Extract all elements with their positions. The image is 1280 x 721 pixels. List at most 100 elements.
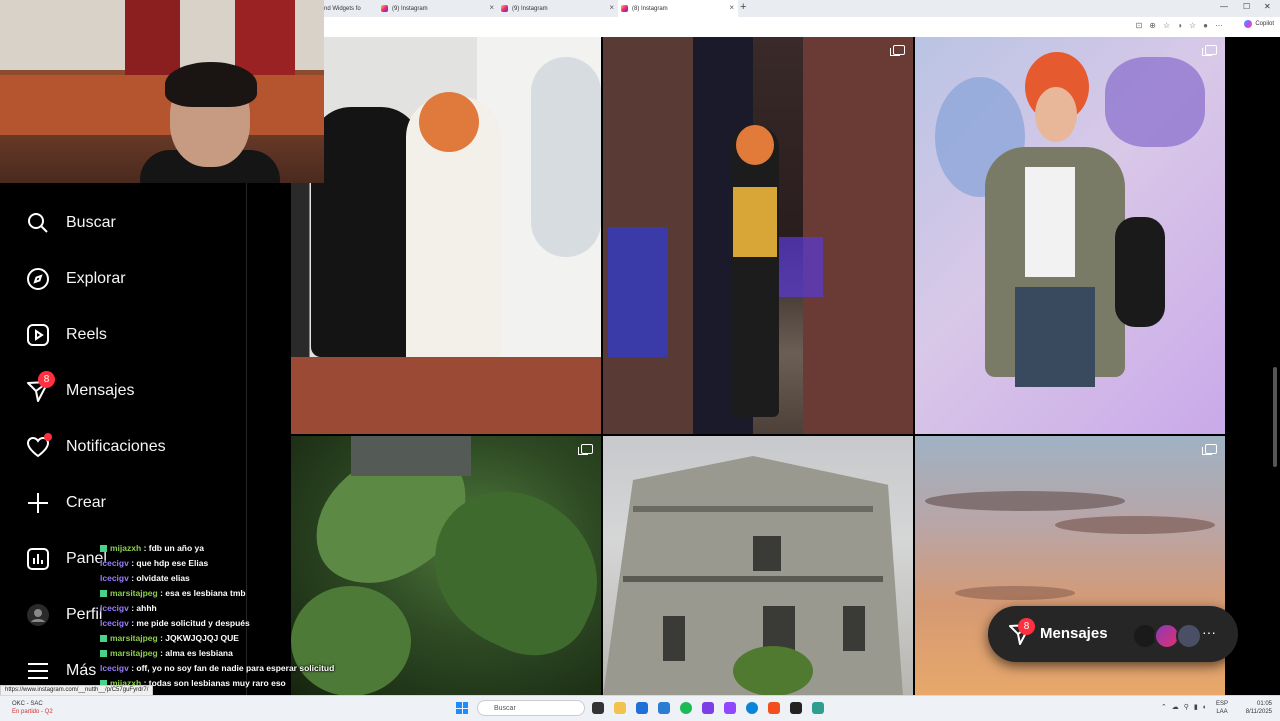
close-icon[interactable]: × [729,3,734,12]
chat-username: lcecigv [100,558,129,568]
unread-badge: 8 [1018,618,1035,635]
clock[interactable]: 01:05 8/11/2025 [1246,700,1272,716]
chat-text: : que hdp ese Elias [131,558,209,568]
close-icon[interactable]: × [609,3,614,12]
dashboard-icon [26,547,50,571]
messenger-icon: 8 [26,371,55,403]
window-close-button[interactable]: ✕ [1264,2,1271,11]
chat-text: : alma es lesbiana [160,648,233,658]
sidebar-item-mensajes[interactable]: 8 Mensajes [26,371,135,405]
sidebar-item-label: Reels [66,326,107,343]
chat-badge-icon [100,650,107,658]
app-icon[interactable] [812,702,824,714]
chat-message: marsitajpeg : esa es lesbiana tmb [100,586,360,601]
post-thumbnail[interactable] [915,37,1225,434]
webcam-overlay [0,0,324,183]
search-icon [26,211,50,235]
chat-username: lcecigv [100,573,129,583]
taskbar-search[interactable]: Buscar [477,700,585,716]
chat-message: lcecigv : me pide solicitud y después [100,616,360,631]
widget-scores[interactable]: OKC - SAC En partido - Q2 [12,700,53,716]
tab-label: (9) Instagram [392,5,428,12]
multiple-posts-icon [578,444,593,455]
keyboard-layout: LAA [1216,709,1228,715]
maximize-button[interactable]: ☐ [1243,2,1250,11]
obs-icon[interactable] [790,702,802,714]
sidebar-item-label: Crear [66,494,107,511]
compass-icon [26,267,50,291]
post-thumbnail[interactable] [603,436,913,695]
chat-username: lcecigv [100,663,129,673]
outlook-icon[interactable] [636,702,648,714]
copilot-button[interactable]: Copilot [1244,20,1274,28]
chat-text: : me pide solicitud y después [131,618,250,628]
start-icon[interactable] [456,702,468,714]
task-view-icon[interactable] [592,702,604,714]
scrollbar[interactable] [1273,367,1277,467]
sidebar-item-notificaciones[interactable]: Notificaciones [26,433,166,461]
sidebar-item-perfil[interactable]: Perfil [26,601,102,629]
score-status: En partido - Q2 [12,709,53,715]
chat-message: lcecigv : olvidate elias [100,571,360,586]
figma-icon[interactable] [768,702,780,714]
multiple-posts-icon [890,45,905,56]
sidebar-item-buscar[interactable]: Buscar [26,209,116,237]
browser-tab-active[interactable]: (8) Instagram × [618,0,738,17]
chat-message: lcecigv : off, yo no soy fan de nadie pa… [100,661,360,676]
chat-text: : esa es lesbiana tmb [160,588,246,598]
chat-username: lcecigv [100,618,129,628]
language-indicator[interactable]: ESP LAA [1216,700,1228,716]
new-tab-button[interactable]: + [740,1,746,13]
more-icon[interactable]: ··· [1202,624,1216,640]
stream-chat-overlay: mijazxh : fdb un año ya lcecigv : que hd… [100,541,360,691]
chat-message: marsitajpeg : JQKWJQJQJ QUE [100,631,360,646]
browser-tab[interactable]: (9) Instagram × [498,0,618,17]
sidebar-item-label: Notificaciones [66,438,166,455]
multiple-posts-icon [1202,45,1217,56]
system-tray-icons[interactable]: ⌃☁⚲▮◐ [1161,703,1212,711]
chat-text: : off, yo no soy fan de nadie para esper… [131,663,335,673]
app-icon[interactable] [658,702,670,714]
instagram-icon [621,5,628,12]
twitch-icon[interactable] [724,702,736,714]
chat-username: mijazxh [110,543,142,553]
notification-dot [44,433,52,441]
clock-time: 01:05 [1256,701,1272,707]
sidebar-item-crear[interactable]: Crear [26,489,106,517]
messages-floating-button[interactable]: 8 Mensajes ··· [988,606,1238,662]
sidebar-item-mas[interactable]: Más [26,657,96,685]
sidebar-item-label: Mensajes [66,382,135,399]
browser-tab[interactable]: nd Widgets fo [324,0,368,17]
file-explorer-icon[interactable] [614,702,626,714]
copilot-icon [1244,20,1253,28]
unread-badge: 8 [38,371,55,388]
chat-badge-icon [100,590,107,598]
post-grid [291,37,1225,695]
chat-username: marsitajpeg [110,588,158,598]
browser-tab[interactable]: (9) Instagram × [378,0,498,17]
spotify-icon[interactable] [680,702,692,714]
app-icon[interactable] [702,702,714,714]
chat-badge-icon [100,545,107,553]
chat-message: marsitajpeg : alma es lesbiana [100,646,360,661]
score-title: OKC - SAC [12,701,43,707]
edge-icon[interactable] [746,702,758,714]
sidebar-item-panel[interactable]: Panel [26,545,107,573]
chat-message: lcecigv : que hdp ese Elias [100,556,360,571]
heart-icon [26,433,52,459]
minimize-button[interactable]: — [1220,2,1228,11]
taskbar-search-placeholder: Buscar [494,704,516,712]
sidebar-item-reels[interactable]: Reels [26,321,107,349]
multiple-posts-icon [1202,444,1217,455]
instagram-icon [501,5,508,12]
toolbar-icons[interactable]: ⊡⊕☆◑☆●⋯ [1136,21,1230,30]
chat-username: marsitajpeg [110,648,158,658]
sidebar-item-explorar[interactable]: Explorar [26,265,126,293]
post-thumbnail[interactable] [603,37,913,434]
chat-text: : olvidate elias [131,573,190,583]
post-thumbnail[interactable] [291,37,601,434]
chat-text: : JQKWJQJQJ QUE [160,633,239,643]
sidebar-item-label: Perfil [66,606,103,623]
close-icon[interactable]: × [489,3,494,12]
chat-text: : todas son lesbianas muy raro eso [143,678,286,688]
